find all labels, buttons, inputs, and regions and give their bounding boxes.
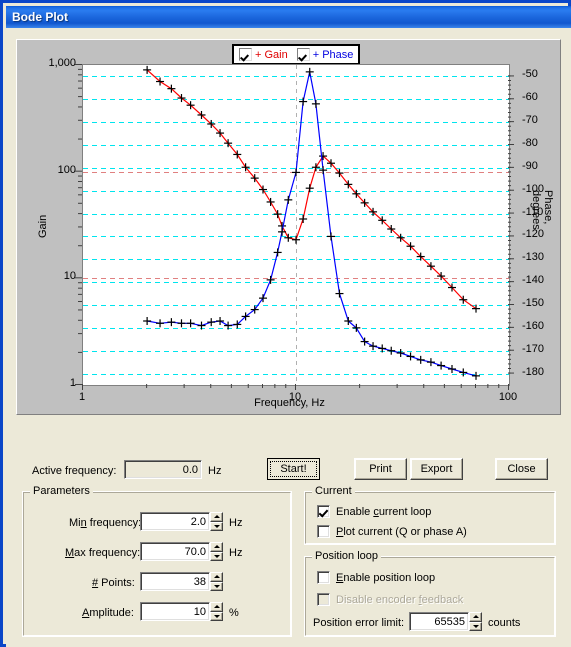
amplitude-unit: %	[229, 607, 239, 619]
enable-current-loop-row[interactable]: Enable current loop	[317, 505, 431, 518]
legend-item-phase[interactable]: + Phase	[296, 48, 354, 61]
print-button-label: Print	[369, 463, 392, 475]
min-frequency-input[interactable]: 2.0	[140, 512, 210, 531]
max-frequency-spin-up[interactable]	[210, 542, 223, 552]
points-spin-down[interactable]	[210, 581, 223, 591]
enable-position-loop-checkbox[interactable]	[317, 571, 330, 584]
disable-encoder-feedback-row: Disable encoder feedback	[317, 593, 463, 606]
phase-tick-label: -150	[522, 297, 545, 309]
plot-current-row[interactable]: Plot current (Q or phase A)	[317, 525, 467, 538]
gain-tick-label: 1,000	[48, 57, 76, 69]
phase-tick-label: -160	[522, 319, 545, 332]
active-frequency-label: Active frequency:	[32, 465, 117, 477]
position-loop-group-title: Position loop	[312, 550, 381, 562]
amplitude-spin-down[interactable]	[210, 611, 223, 621]
gain-tick-label: 100	[57, 163, 76, 176]
gain-tick-label: 1	[69, 377, 76, 389]
legend-gain-label: + Gain	[255, 48, 288, 61]
min-frequency-unit: Hz	[229, 517, 243, 529]
phase-tick-label: -100	[522, 182, 545, 195]
position-error-limit-spin-down[interactable]	[469, 621, 482, 631]
min-frequency-spin-up[interactable]	[210, 512, 223, 522]
enable-position-loop-row[interactable]: Enable position loop	[317, 571, 435, 584]
bode-chart-svg	[83, 65, 509, 385]
plot-canvas	[82, 64, 510, 386]
max-frequency-unit: Hz	[229, 547, 243, 559]
min-frequency-label: Min frequency:	[69, 517, 142, 529]
active-frequency-field: 0.0	[124, 460, 202, 479]
points-input[interactable]: 38	[140, 572, 210, 591]
close-button[interactable]: Close	[495, 458, 548, 480]
legend-gain-checkbox[interactable]	[239, 48, 252, 61]
start-button-label: Start!	[280, 463, 307, 475]
disable-encoder-feedback-label: Disable encoder feedback	[336, 593, 464, 606]
amplitude-label: Amplitude:	[82, 607, 134, 619]
position-error-limit-spinner[interactable]	[469, 612, 482, 631]
position-error-limit-label: Position error limit:	[313, 617, 405, 629]
phase-tick-label: -50	[522, 68, 538, 81]
frequency-tick-label: 100	[498, 391, 518, 403]
position-error-limit-spin-up[interactable]	[469, 612, 482, 622]
plot-current-checkbox[interactable]	[317, 525, 330, 538]
position-loop-group: Position loop Enable position loop Disab…	[304, 550, 556, 637]
phase-tick-labels: -50 -60 -70 -80 -90 -100 -110 -120 -130 -140 -150 -…	[514, 64, 558, 386]
title-bar[interactable]: Bode Plot	[6, 6, 571, 28]
chart-legend: + Gain + Phase	[232, 44, 361, 65]
max-frequency-label: Max frequency:	[65, 547, 141, 559]
legend-phase-label: + Phase	[312, 48, 354, 61]
bode-plot-window: Bode Plot Gain Phase, degrees Frequency,…	[0, 0, 571, 647]
bode-plot-panel: Gain Phase, degrees Frequency, Hz + Gain…	[16, 39, 561, 415]
min-frequency-spin-down[interactable]	[210, 521, 223, 531]
phase-tick-label: -180	[522, 365, 545, 378]
parameters-group-title: Parameters	[30, 485, 93, 497]
amplitude-input[interactable]: 10	[140, 602, 210, 621]
current-group: Current Enable current loop Plot current…	[304, 485, 556, 545]
phase-tick-label: -140	[522, 274, 545, 287]
window-title: Bode Plot	[12, 10, 68, 24]
active-frequency-unit: Hz	[208, 465, 222, 477]
phase-tick-label: -170	[522, 342, 545, 355]
points-spinner[interactable]	[210, 572, 223, 591]
position-error-limit-unit: counts	[488, 617, 521, 629]
phase-tick-label: -90	[522, 159, 538, 172]
phase-tick-label: -60	[522, 91, 538, 104]
amplitude-spin-up[interactable]	[210, 602, 223, 612]
frequency-tick-label: 10	[288, 391, 302, 403]
min-frequency-spinner[interactable]	[210, 512, 223, 531]
export-button-label: Export	[420, 463, 453, 475]
frequency-tick-label: 1	[78, 391, 86, 403]
points-label: # Points:	[92, 577, 135, 589]
print-button[interactable]: Print	[354, 458, 407, 480]
position-error-limit-input[interactable]: 65535	[409, 612, 469, 631]
phase-tick-label: -120	[522, 228, 545, 241]
max-frequency-spin-down[interactable]	[210, 551, 223, 561]
points-spin-up[interactable]	[210, 572, 223, 582]
phase-tick-label: -110	[522, 205, 544, 218]
phase-tick-label: -130	[522, 251, 545, 264]
parameters-group: Parameters Min frequency: 2.0 Hz Max fre…	[22, 485, 292, 637]
phase-tick-label: -80	[522, 137, 538, 149]
frequency-tick-labels: 1 10 100	[79, 389, 517, 405]
max-frequency-spinner[interactable]	[210, 542, 223, 561]
export-button[interactable]: Export	[410, 458, 463, 480]
enable-position-loop-label: Enable position loop	[336, 571, 436, 584]
close-button-label: Close	[507, 463, 536, 475]
legend-item-gain[interactable]: + Gain	[239, 48, 288, 61]
amplitude-spinner[interactable]	[210, 602, 223, 621]
current-group-title: Current	[312, 485, 355, 497]
enable-current-loop-checkbox[interactable]	[317, 505, 330, 518]
legend-phase-checkbox[interactable]	[296, 48, 310, 61]
gain-tick-label: 10	[63, 270, 76, 283]
max-frequency-input[interactable]: 70.0	[140, 542, 210, 561]
gain-tick-labels: 1 10 100 1,000	[31, 57, 79, 389]
start-button[interactable]: Start!	[267, 458, 320, 480]
plot-current-label: Plot current (Q or phase A)	[336, 525, 467, 538]
enable-current-loop-label: Enable current loop	[336, 505, 432, 518]
disable-encoder-feedback-checkbox	[317, 593, 330, 606]
dialog-client-area: Gain Phase, degrees Frequency, Hz + Gain…	[6, 28, 571, 647]
phase-tick-label: -70	[522, 114, 538, 127]
